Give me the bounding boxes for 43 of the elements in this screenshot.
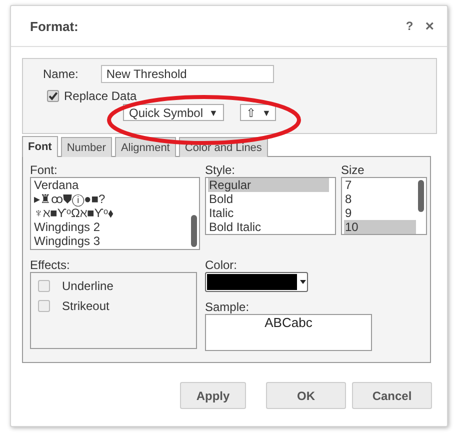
sample-label: Sample: [205,300,250,314]
symbol-dropdown[interactable]: ⇧ ▼ [240,104,276,121]
color-label: Color: [205,258,238,272]
effect-checkbox[interactable] [38,300,50,312]
help-button[interactable]: ? [402,18,416,34]
style-item[interactable]: Regular [208,178,329,192]
effect-label: Strikeout [62,299,110,313]
font-label: Font: [30,163,58,177]
style-item[interactable]: Bold Italic [208,220,329,234]
size-item[interactable]: 8 [344,192,416,206]
effects-label: Effects: [30,258,70,272]
close-button[interactable]: × [422,18,437,34]
size-list[interactable]: 7 8 9 10 [341,177,427,235]
color-picker[interactable] [205,272,308,292]
effect-checkbox[interactable] [38,280,50,292]
style-item[interactable]: Bold [208,192,329,206]
style-item[interactable]: Italic [208,206,329,220]
tab[interactable]: Number [60,137,112,157]
size-item[interactable]: 10 [344,220,416,234]
dialog-title: Format: [30,18,78,34]
dialog-button[interactable]: Cancel [352,382,432,409]
dialog-button[interactable]: Apply [180,382,246,409]
font-item[interactable]: Verdana [33,178,189,192]
quick-symbol-dropdown[interactable]: Quick Symbol ▼ [123,104,224,121]
dropdown-arrow-icon[interactable] [300,280,306,284]
font-item[interactable]: ▸♜ꝏ⛊ⓘ●■? [33,192,189,206]
font-item[interactable]: Wingdings 2 [33,220,189,234]
name-label: Name: [43,67,78,81]
font-list[interactable]: Verdana ▸♜ꝏ⛊ⓘ●■? ♆ℵ■ϒᵒΩℵ■ϒᵒ⬧ Wingdings 2 Wingdings 3 [30,177,200,250]
style-label: Style: [205,163,236,177]
size-item[interactable]: 7 [344,178,416,192]
replace-checkbox[interactable] [47,90,59,102]
dialog-button[interactable]: OK [266,382,346,409]
replace-label: Replace Data [64,89,137,103]
font-item[interactable]: ♆ℵ■ϒᵒΩℵ■ϒᵒ⬧ [33,206,189,220]
style-list[interactable]: Regular Bold Italic Bold Italic [205,177,336,235]
size-item[interactable]: 9 [344,206,416,220]
effect-label: Underline [62,279,114,293]
font-item[interactable]: Wingdings 3 [33,234,189,248]
size-label: Size [341,163,364,177]
sample-preview: ABCabc [205,314,372,351]
tab[interactable]: Font [22,136,58,157]
name-field[interactable]: New Threshold [101,65,274,83]
